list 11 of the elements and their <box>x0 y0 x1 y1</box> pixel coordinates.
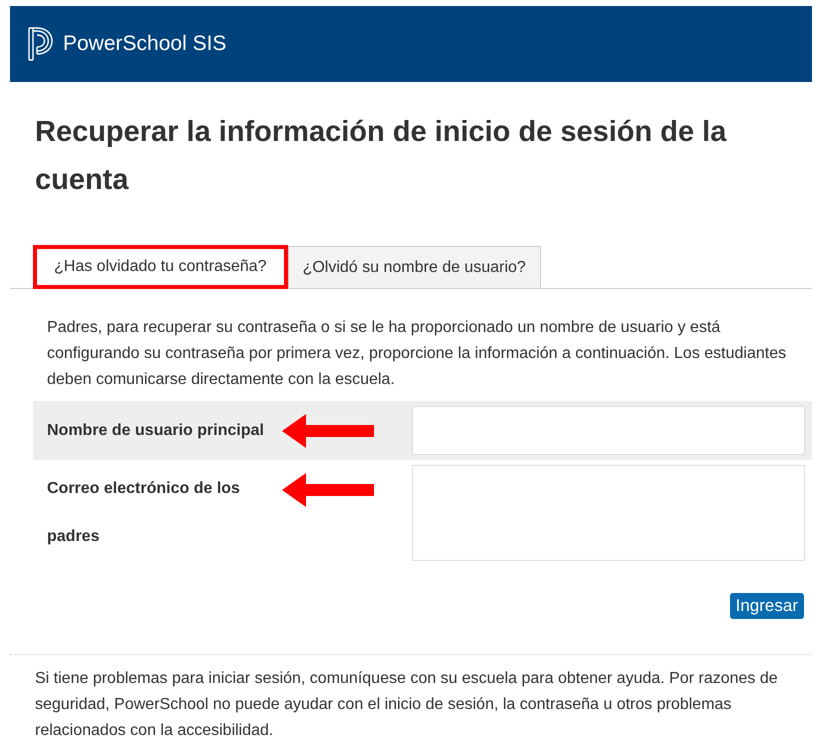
submit-button[interactable]: Ingresar <box>730 593 804 619</box>
instructions-text: Padres, para recuperar su contraseña o si se le ha proporcionado un nombre de usuario y está configurando su contraseña por primera vez, proporcione la información a continuación. Los estudiantes deben comunicarse directamente con la escuela. <box>47 318 788 390</box>
page-title: Recuperar la información de inicio de sesión de la cuenta <box>35 115 728 198</box>
brand-name: PowerSchool SIS <box>63 32 226 56</box>
field-label: Nombre de usuario principal <box>47 422 265 440</box>
logo-icon <box>27 26 53 62</box>
email-field[interactable] <box>412 465 805 561</box>
tab[interactable]: ¿Olvidó su nombre de usuario? <box>288 246 541 289</box>
username-field[interactable] <box>412 406 805 455</box>
help-text: Si tiene problemas para iniciar sesión, comuníquese con su escuela para obtener ayuda. Por razones de seguridad, PowerSchool no puede ayudar con el inicio de sesión, la contraseña u otros problemas relacionados con la accesibilidad. <box>10 654 812 744</box>
field-label: Correo electrónico de los padres <box>47 479 241 547</box>
